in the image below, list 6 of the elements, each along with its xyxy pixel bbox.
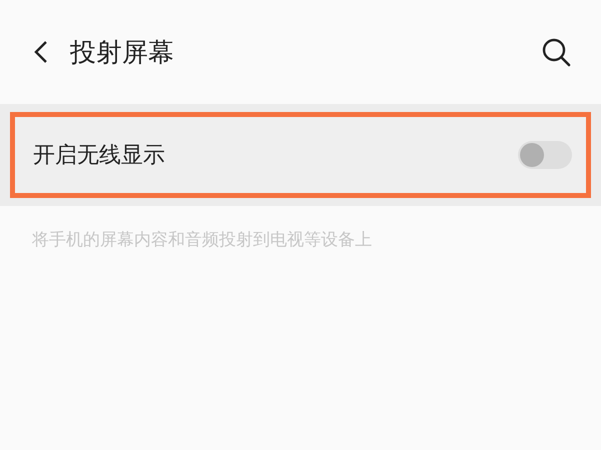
setting-row[interactable]: 开启无线显示 xyxy=(10,112,591,198)
back-icon xyxy=(34,40,48,64)
page-title: 投射屏幕 xyxy=(70,36,175,70)
search-icon xyxy=(541,37,571,67)
toggle-switch[interactable] xyxy=(518,141,572,169)
setting-label: 开启无线显示 xyxy=(33,142,165,170)
